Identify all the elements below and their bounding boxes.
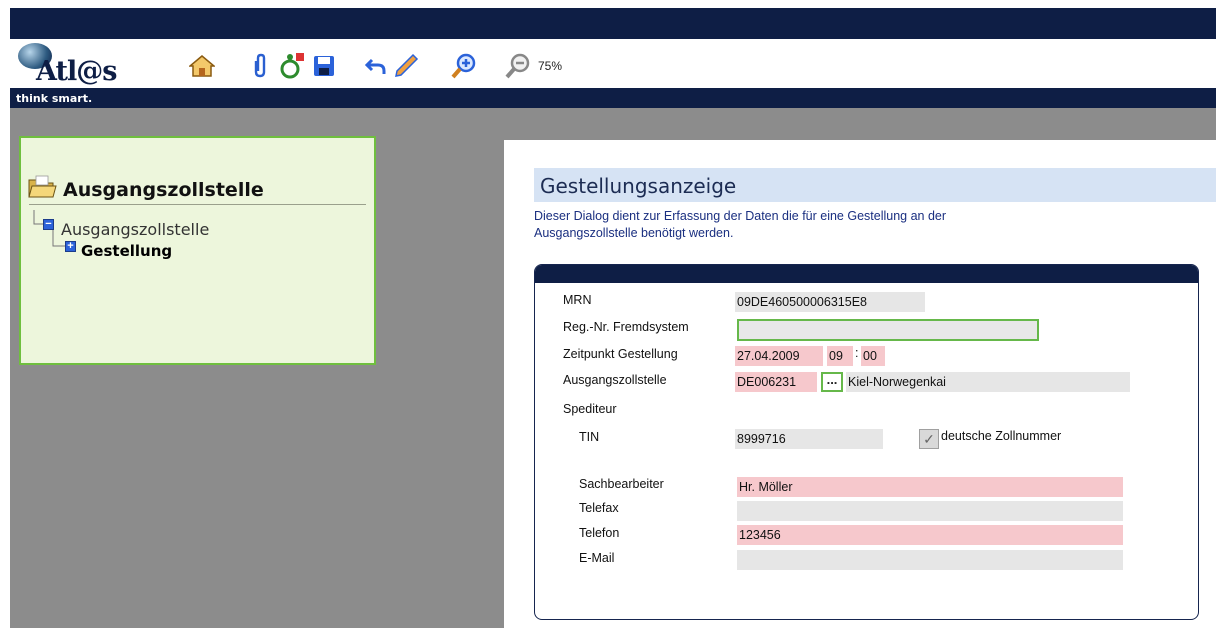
accessibility-icon[interactable] bbox=[278, 52, 306, 80]
mrn-field: 09DE460500006315E8 bbox=[735, 292, 925, 312]
regnr-label: Reg.-Nr. Fremdsystem bbox=[563, 320, 689, 334]
tin-field: 8999716 bbox=[735, 429, 883, 449]
form-header-bar bbox=[535, 265, 1198, 283]
tagline-bar bbox=[10, 88, 1216, 108]
telefax-input[interactable] bbox=[737, 501, 1123, 521]
folder-open-icon bbox=[27, 174, 57, 205]
save-icon[interactable] bbox=[310, 52, 338, 80]
zoom-level: 75% bbox=[538, 59, 563, 73]
description-line-2: Ausgangszollstelle benötigt werden. bbox=[534, 226, 734, 240]
attachment-icon[interactable] bbox=[246, 52, 274, 80]
zeitpunkt-hour-input[interactable]: 09 bbox=[827, 346, 853, 366]
telefax-label: Telefax bbox=[579, 501, 619, 515]
gestellung-form: MRN 09DE460500006315E8 Reg.-Nr. Fremdsys… bbox=[534, 264, 1199, 620]
email-label: E-Mail bbox=[579, 551, 615, 565]
edit-pencil-icon[interactable] bbox=[392, 52, 420, 80]
navigation-tree-panel: Ausgangszollstelle − Ausgangszollstelle … bbox=[19, 136, 376, 365]
home-icon[interactable] bbox=[188, 52, 216, 80]
tree-node-gestellung[interactable]: Gestellung bbox=[81, 242, 172, 260]
sachbearbeiter-label: Sachbearbeiter bbox=[579, 477, 664, 491]
description-line-1: Dieser Dialog dient zur Erfassung der Da… bbox=[534, 209, 947, 223]
zeitpunkt-minute-input[interactable]: 00 bbox=[861, 346, 885, 366]
tree-node-ausgangszollstelle[interactable]: Ausgangszollstelle bbox=[61, 220, 209, 239]
zeitpunkt-date-input[interactable]: 27.04.2009 bbox=[735, 346, 823, 366]
deutsche-zollnummer-label: deutsche Zollnummer bbox=[941, 429, 1062, 443]
atlas-logo: Atl@s bbox=[14, 41, 154, 87]
telefon-input[interactable]: 123456 bbox=[737, 525, 1123, 545]
zoom-in-icon[interactable] bbox=[450, 52, 478, 80]
mrn-label: MRN bbox=[563, 293, 592, 307]
tin-label: TIN bbox=[579, 430, 600, 444]
tree-divider bbox=[29, 204, 366, 205]
ausgangszollstelle-name-field: Kiel-Norwegenkai bbox=[846, 372, 1130, 392]
zeitpunkt-label: Zeitpunkt Gestellung bbox=[563, 347, 678, 361]
deutsche-zollnummer-checkbox[interactable]: ✓ bbox=[919, 429, 939, 449]
app-window: Atl@s 75% think smart. Ausgangszollstell… bbox=[10, 8, 1216, 628]
undo-icon[interactable] bbox=[362, 52, 390, 80]
logo-text: Atl@s bbox=[36, 56, 117, 87]
page-title: Gestellungsanzeige bbox=[540, 174, 737, 198]
expand-icon[interactable]: + bbox=[65, 241, 76, 252]
sachbearbeiter-input[interactable]: Hr. Möller bbox=[737, 477, 1123, 497]
tagline: think smart. bbox=[16, 92, 93, 105]
time-separator: : bbox=[855, 346, 859, 360]
tree-title: Ausgangszollstelle bbox=[63, 178, 264, 201]
email-input[interactable] bbox=[737, 550, 1123, 570]
zoom-out-icon[interactable] bbox=[504, 52, 532, 80]
spediteur-label: Spediteur bbox=[563, 402, 617, 416]
ausgangszollstelle-lookup-button[interactable]: ... bbox=[821, 372, 843, 392]
main-content: Gestellungsanzeige Dieser Dialog dient z… bbox=[504, 140, 1216, 628]
collapse-icon[interactable]: − bbox=[43, 219, 54, 230]
page-description: Dieser Dialog dient zur Erfassung der Da… bbox=[534, 208, 1054, 242]
ausgangszollstelle-label: Ausgangszollstelle bbox=[563, 373, 667, 387]
tree-header: Ausgangszollstelle bbox=[27, 174, 264, 205]
top-bar bbox=[10, 8, 1216, 39]
ausgangszollstelle-code-input[interactable]: DE006231 bbox=[735, 372, 817, 392]
telefon-label: Telefon bbox=[579, 526, 620, 540]
regnr-input[interactable] bbox=[737, 319, 1039, 341]
